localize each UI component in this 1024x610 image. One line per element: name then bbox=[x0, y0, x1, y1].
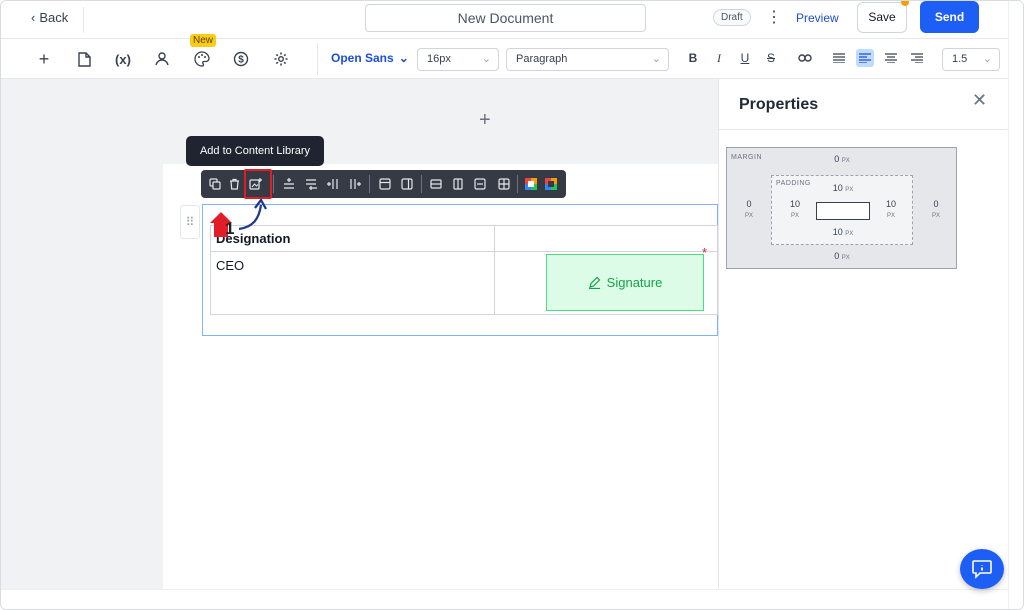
send-button[interactable]: Send bbox=[920, 1, 979, 33]
divider bbox=[83, 7, 84, 33]
header-column-icon[interactable] bbox=[399, 175, 415, 193]
margin-bottom-input[interactable]: 0 PX bbox=[827, 251, 857, 261]
help-chat-button[interactable] bbox=[960, 549, 1004, 589]
properties-panel: Properties ✕ MARGIN 0 PX 0 PX 0 PX 0 PX PA… bbox=[718, 79, 1008, 589]
chat-info-icon bbox=[972, 560, 992, 579]
bold-icon[interactable]: B bbox=[684, 49, 702, 67]
top-bar: ‹ Back Draft ⋮ Preview Save Send bbox=[1, 1, 1023, 39]
back-label: Back bbox=[39, 10, 69, 25]
step-annotation: 1 bbox=[210, 197, 268, 238]
app-window: ‹ Back Draft ⋮ Preview Save Send + (x) N… bbox=[0, 0, 1024, 610]
user-icon[interactable] bbox=[152, 49, 172, 69]
required-marker: * bbox=[702, 245, 708, 260]
align-right-icon[interactable] bbox=[908, 49, 926, 67]
settings-gear-icon[interactable] bbox=[271, 49, 291, 69]
header-row-icon[interactable] bbox=[377, 175, 393, 193]
document-title-input[interactable] bbox=[365, 4, 646, 32]
divider bbox=[273, 175, 274, 193]
insert-column-right-icon[interactable] bbox=[347, 175, 363, 193]
signature-label: Signature bbox=[606, 275, 663, 290]
block-type-select[interactable]: Paragraph ⌄ bbox=[506, 48, 669, 71]
divider bbox=[317, 43, 318, 75]
palette-icon[interactable] bbox=[192, 49, 212, 69]
divider bbox=[421, 175, 422, 193]
line-height-value: 1.5 bbox=[952, 53, 968, 65]
editor-toolbar: + (x) New $ Open Sans ⌄ 16px ⌄ Paragraph bbox=[1, 34, 1023, 79]
pricing-icon[interactable]: $ bbox=[231, 49, 251, 69]
insert-row-below-icon[interactable] bbox=[303, 175, 319, 193]
box-model-editor: MARGIN 0 PX 0 PX 0 PX 0 PX PADDING 10 PX 1… bbox=[726, 147, 957, 269]
padding-right-input[interactable]: 10 PX bbox=[876, 199, 906, 219]
back-button[interactable]: ‹ Back bbox=[31, 10, 68, 25]
insert-row-above-icon[interactable] bbox=[281, 175, 297, 193]
padding-left-input[interactable]: 10 PX bbox=[780, 199, 810, 219]
notification-dot bbox=[901, 1, 909, 6]
font-size-value: 16px bbox=[427, 53, 451, 65]
tooltip: Add to Content Library bbox=[186, 136, 324, 166]
table-header-cell[interactable] bbox=[495, 226, 717, 252]
delete-icon[interactable] bbox=[226, 175, 242, 193]
divider bbox=[369, 175, 370, 193]
padding-box: PADDING 10 PX 10 PX 10 PX 10 PX bbox=[771, 175, 913, 245]
divider bbox=[517, 175, 518, 193]
block-type-value: Paragraph bbox=[516, 53, 568, 65]
content-box bbox=[816, 202, 870, 220]
scrollbar[interactable] bbox=[1008, 1, 1023, 609]
font-size-select[interactable]: 16px ⌄ bbox=[417, 48, 499, 71]
insert-column-left-icon[interactable] bbox=[325, 175, 341, 193]
highlight-annotation bbox=[244, 169, 272, 199]
pencil-icon bbox=[588, 276, 601, 289]
duplicate-icon[interactable] bbox=[207, 175, 223, 193]
line-height-select[interactable]: 1.5 ⌄ bbox=[942, 48, 1000, 71]
italic-icon[interactable]: I bbox=[710, 49, 728, 67]
align-justify-icon[interactable] bbox=[830, 49, 848, 67]
table-grid-icon[interactable] bbox=[496, 175, 512, 193]
font-family-value: Open Sans bbox=[331, 51, 394, 65]
font-family-dropdown[interactable]: Open Sans ⌄ bbox=[331, 51, 409, 65]
footer-strip bbox=[1, 589, 1023, 609]
delete-row-icon[interactable] bbox=[428, 175, 444, 193]
delete-column-icon[interactable] bbox=[450, 175, 466, 193]
close-icon[interactable]: ✕ bbox=[972, 90, 987, 111]
preview-button[interactable]: Preview bbox=[796, 11, 839, 25]
margin-right-input[interactable]: 0 PX bbox=[922, 199, 950, 219]
status-badge: Draft bbox=[713, 9, 751, 26]
add-block-icon[interactable]: + bbox=[479, 109, 491, 132]
table-cell[interactable]: CEO bbox=[211, 252, 494, 314]
panel-header: Properties ✕ bbox=[719, 79, 1007, 130]
padding-bottom-input[interactable]: 10 PX bbox=[828, 227, 858, 237]
margin-left-input[interactable]: 0 PX bbox=[735, 199, 763, 219]
chevron-down-icon: ⌄ bbox=[982, 53, 992, 65]
cell-color-icon[interactable] bbox=[523, 175, 539, 193]
align-center-icon[interactable] bbox=[882, 49, 900, 67]
panel-title: Properties bbox=[739, 96, 819, 113]
strikethrough-icon[interactable]: S bbox=[762, 49, 780, 67]
margin-label: MARGIN bbox=[731, 154, 762, 161]
underline-icon[interactable]: U bbox=[736, 49, 754, 67]
border-color-icon[interactable] bbox=[543, 175, 559, 193]
chevron-down-icon: ⌄ bbox=[651, 53, 661, 65]
padding-label: PADDING bbox=[776, 180, 811, 187]
link-icon[interactable] bbox=[796, 49, 814, 67]
add-element-icon[interactable]: + bbox=[34, 49, 54, 69]
save-button[interactable]: Save bbox=[857, 2, 907, 33]
margin-top-input[interactable]: 0 PX bbox=[827, 154, 857, 164]
document-icon[interactable] bbox=[74, 49, 94, 69]
padding-top-input[interactable]: 10 PX bbox=[828, 183, 858, 193]
step-number: 1 bbox=[225, 219, 234, 238]
chevron-down-icon: ⌄ bbox=[398, 51, 409, 65]
new-badge: New bbox=[190, 34, 217, 47]
signature-field[interactable]: Signature bbox=[546, 254, 704, 311]
chevron-left-icon: ‹ bbox=[31, 10, 36, 25]
align-left-icon[interactable] bbox=[856, 49, 874, 67]
svg-text:$: $ bbox=[238, 55, 244, 66]
variables-button[interactable]: (x) bbox=[111, 49, 135, 69]
drag-handle-icon[interactable]: ⠿ bbox=[180, 205, 200, 239]
merge-cells-icon[interactable] bbox=[472, 175, 488, 193]
chevron-down-icon: ⌄ bbox=[481, 53, 491, 65]
more-options-icon[interactable]: ⋮ bbox=[766, 7, 782, 27]
